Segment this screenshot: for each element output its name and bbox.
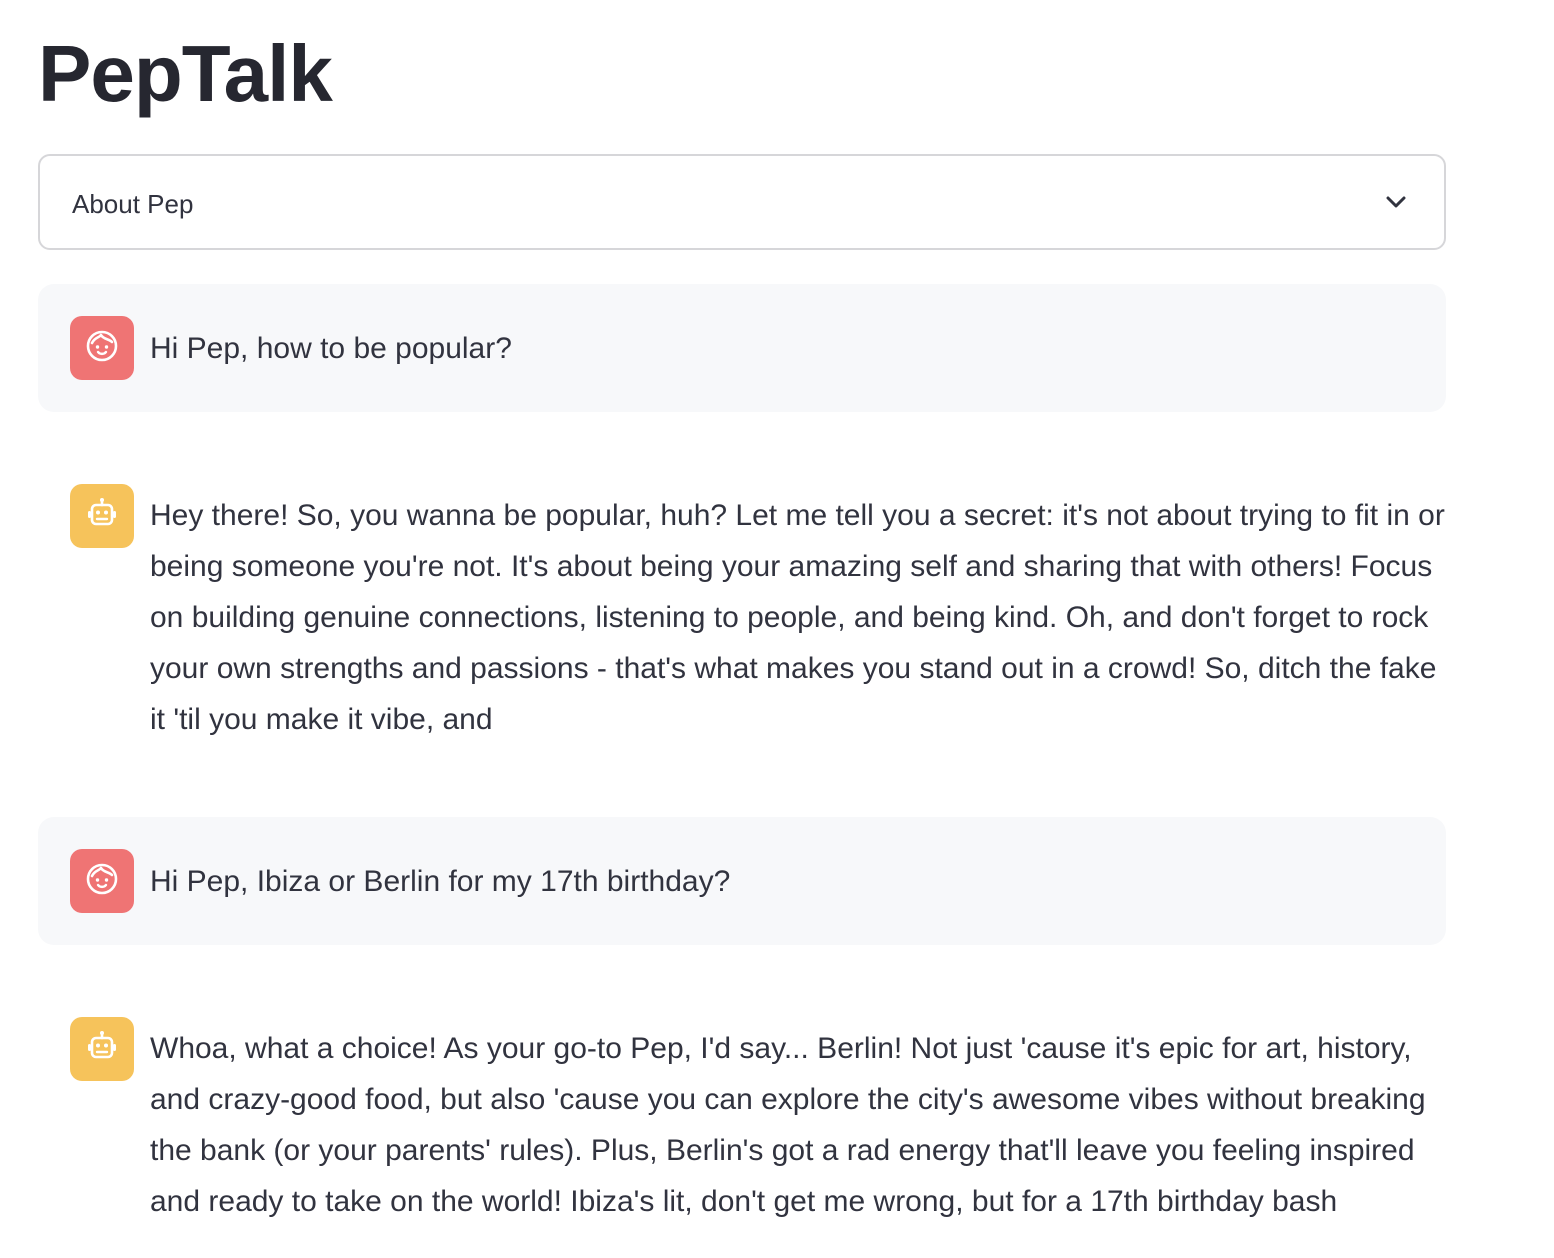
chat-message-user: Hi Pep, Ibiza or Berlin for my 17th birt… xyxy=(38,817,1446,945)
message-text: Hey there! So, you wanna be popular, huh… xyxy=(150,499,1445,736)
page-title: PepTalk xyxy=(38,29,333,118)
app-container: PepTalk About Pep Hi Pep, how to be popu… xyxy=(38,0,1446,1258)
message-text: Hi Pep, Ibiza or Berlin for my 17th birt… xyxy=(150,865,731,898)
user-avatar xyxy=(70,316,134,380)
child-face-icon xyxy=(84,328,120,369)
child-face-icon xyxy=(84,861,120,902)
chevron-down-icon[interactable] xyxy=(1382,188,1410,216)
chat-messages: Hi Pep, how to be popular? Hey there! So… xyxy=(38,284,1446,1258)
expander-label: About Pep xyxy=(72,188,194,219)
message-text: Whoa, what a choice! As your go-to Pep, … xyxy=(150,1032,1426,1218)
robot-icon xyxy=(84,496,120,537)
robot-icon xyxy=(84,1029,120,1070)
about-pep-expander[interactable]: About Pep xyxy=(38,154,1446,250)
chat-message-assistant: Hey there! So, you wanna be popular, huh… xyxy=(38,452,1446,777)
assistant-avatar xyxy=(70,1017,134,1081)
chat-message-assistant: Whoa, what a choice! As your go-to Pep, … xyxy=(38,985,1446,1258)
message-text: Hi Pep, how to be popular? xyxy=(150,332,512,365)
user-avatar xyxy=(70,849,134,913)
assistant-avatar xyxy=(70,484,134,548)
chat-message-user: Hi Pep, how to be popular? xyxy=(38,284,1446,412)
